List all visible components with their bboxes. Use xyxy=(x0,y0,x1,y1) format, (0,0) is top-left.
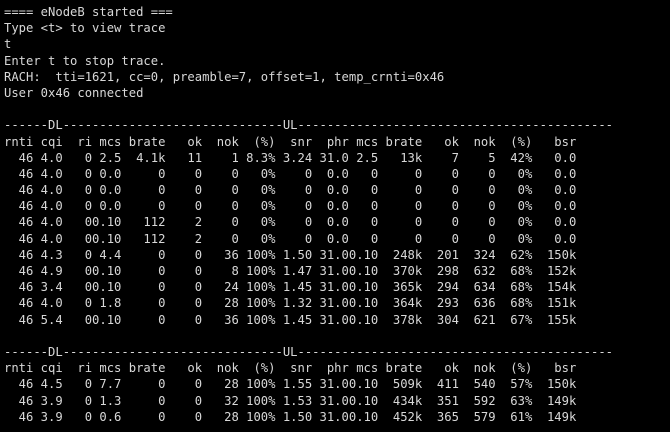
table1-row: 46 4.0 0 1.8 0 0 28 100% 1.32 31.00.10 3… xyxy=(4,296,577,311)
header-line: ==== eNodeB started === xyxy=(4,5,173,19)
table1-header: rnti cqi ri mcs brate ok nok (%) snr phr… xyxy=(4,134,577,149)
header-line: t xyxy=(4,37,12,52)
table1-row: 46 3.4 00.10 0 0 24 100% 1.45 31.00.10 3… xyxy=(4,280,577,295)
table1-row: 46 4.0 0 0.0 0 0 0 0% 0 0.0 0 0 0 0 0% 0… xyxy=(4,166,577,181)
table1-row: 46 4.0 0 0.0 0 0 0 0% 0 0.0 0 0 0 0 0% 0… xyxy=(4,199,577,214)
header-line: Type <t> to view trace xyxy=(4,21,166,36)
table2-separator: ------DL------------------------------UL… xyxy=(4,344,614,359)
header-line: Enter t to stop trace. xyxy=(4,53,166,68)
table2-header: rnti cqi ri mcs brate ok nok (%) snr phr… xyxy=(4,361,577,376)
table1-row: 46 4.0 0 0.0 0 0 0 0% 0 0.0 0 0 0 0 0% 0… xyxy=(4,183,577,198)
table1-row: 46 5.4 00.10 0 0 36 100% 1.45 31.00.10 3… xyxy=(4,312,577,327)
table1-separator: ------DL------------------------------UL… xyxy=(4,118,614,133)
header-line: User 0x46 connected xyxy=(4,85,144,100)
table2-row: 46 3.9 0 1.3 0 0 32 100% 1.53 31.00.10 4… xyxy=(4,393,577,408)
table1-row: 46 4.3 0 4.4 0 0 36 100% 1.50 31.00.10 2… xyxy=(4,247,577,262)
table2-row: 46 3.9 0 0.6 0 0 28 100% 1.50 31.00.10 4… xyxy=(4,409,577,424)
table1-row: 46 4.0 00.10 112 2 0 0% 0 0.0 0 0 0 0 0%… xyxy=(4,231,577,246)
terminal-window[interactable]: ==== eNodeB started === Type <t> to view… xyxy=(0,0,670,432)
table2-row: 46 4.5 0 7.7 0 0 28 100% 1.55 31.00.10 5… xyxy=(4,377,577,392)
table1-row: 46 4.0 0 2.5 4.1k 11 1 8.3% 3.24 31.0 2.… xyxy=(4,150,577,165)
header-line: RACH: tti=1621, cc=0, preamble=7, offset… xyxy=(4,69,445,84)
table1-row: 46 4.0 00.10 112 2 0 0% 0 0.0 0 0 0 0 0%… xyxy=(4,215,577,230)
table1-row: 46 4.9 00.10 0 0 8 100% 1.47 31.00.10 37… xyxy=(4,264,577,278)
